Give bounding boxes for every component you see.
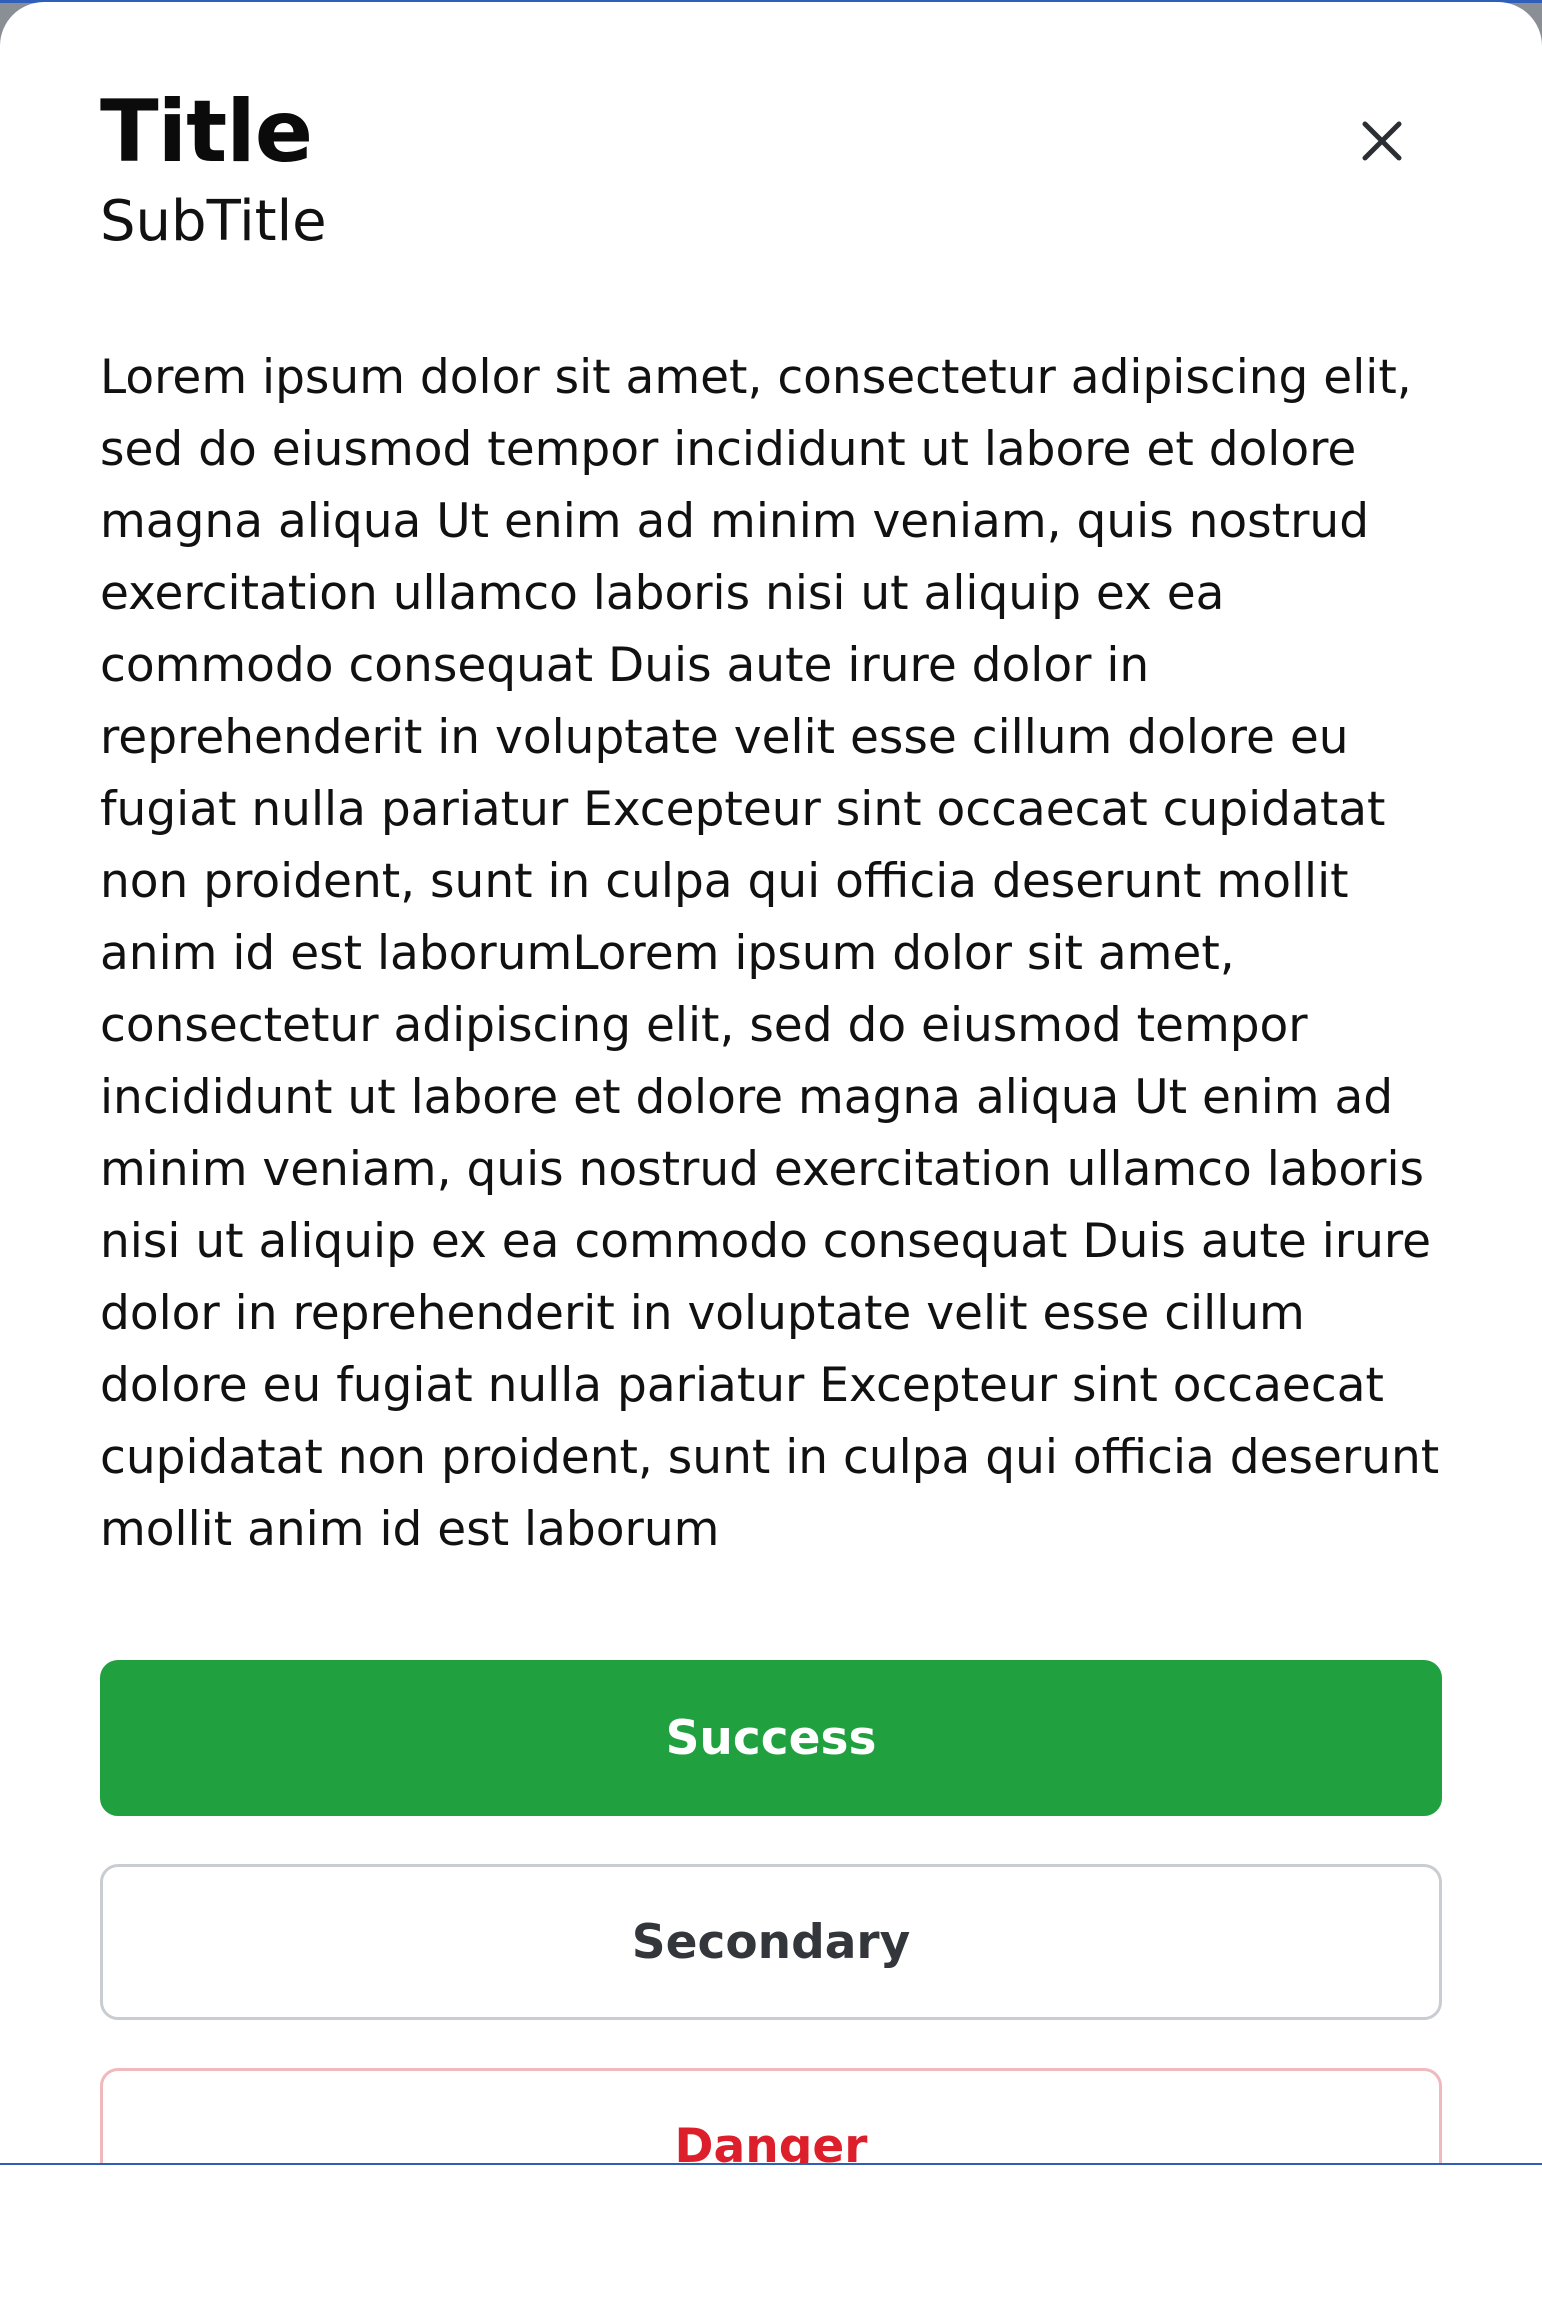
secondary-button[interactable]: Secondary	[100, 1864, 1442, 2020]
secondary-button-label: Secondary	[631, 1914, 911, 1970]
modal-actions: Success Secondary Danger	[100, 1660, 1442, 2165]
modal-dialog: Title SubTitle Lorem ipsum dolor sit ame…	[0, 2, 1542, 2165]
modal-body-text: Lorem ipsum dolor sit amet, consectetur …	[100, 350, 1440, 1557]
danger-button-label: Danger	[674, 2118, 868, 2166]
success-button[interactable]: Success	[100, 1660, 1442, 1816]
modal-title: Title	[100, 82, 313, 182]
bottom-accent-line	[0, 2163, 1542, 2165]
modal-subtitle: SubTitle	[100, 189, 327, 254]
close-button[interactable]	[1342, 102, 1422, 182]
modal-header: Title SubTitle	[100, 80, 1440, 256]
modal-backdrop: Title SubTitle Lorem ipsum dolor sit ame…	[0, 0, 1542, 2165]
danger-button[interactable]: Danger	[100, 2068, 1442, 2165]
blank-area-below-viewport	[0, 2166, 1542, 2322]
success-button-label: Success	[665, 1710, 877, 1766]
close-icon	[1360, 119, 1404, 166]
